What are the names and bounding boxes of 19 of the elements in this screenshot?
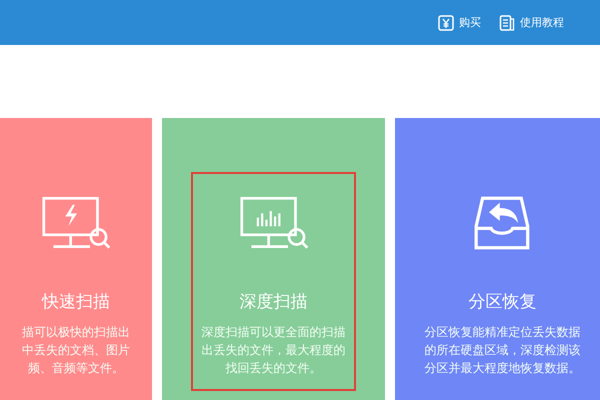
card-title: 分区恢复 — [468, 291, 536, 313]
description-line: 分区并最大程度地恢复数据。 — [424, 360, 580, 377]
feature-card[interactable]: 分区恢复 分区恢复能精准定位丢失数据 的所在硬盘区域，深度检测该 分区并最大程度地恢复数据。 — [395, 118, 600, 400]
description-line: 深度扫描可以更全面的扫描 — [202, 324, 346, 341]
feature-card[interactable]: 快速扫描 描可以极快的扫描出 中丢失的文档、图片 频、音频等文件。 — [0, 118, 152, 400]
feature-card[interactable]: 深度扫描 深度扫描可以更全面的扫描 出丢失的文件，最大程度的 找回丢失的文件。 — [162, 118, 385, 400]
tutorial-link[interactable]: 使用教程 — [499, 14, 564, 30]
description-line: 频、音频等文件。 — [28, 360, 124, 377]
buy-link[interactable]: 购买 — [438, 14, 481, 30]
document-icon — [499, 14, 515, 30]
description-line: 出丢失的文件，最大程度的 — [202, 342, 346, 359]
description-line: 中丢失的文档、图片 — [22, 342, 130, 359]
description-line: 的所在硬盘区域，深度检测该 — [424, 342, 580, 359]
card-title: 快速扫描 — [42, 291, 110, 313]
description-line: 找回丢失的文件。 — [226, 360, 322, 377]
description-line: 分区恢复能精准定位丢失数据 — [424, 324, 580, 341]
card-title: 深度扫描 — [240, 291, 308, 313]
description-line: 描可以极快的扫描出 — [22, 324, 130, 341]
yen-icon — [438, 14, 454, 30]
